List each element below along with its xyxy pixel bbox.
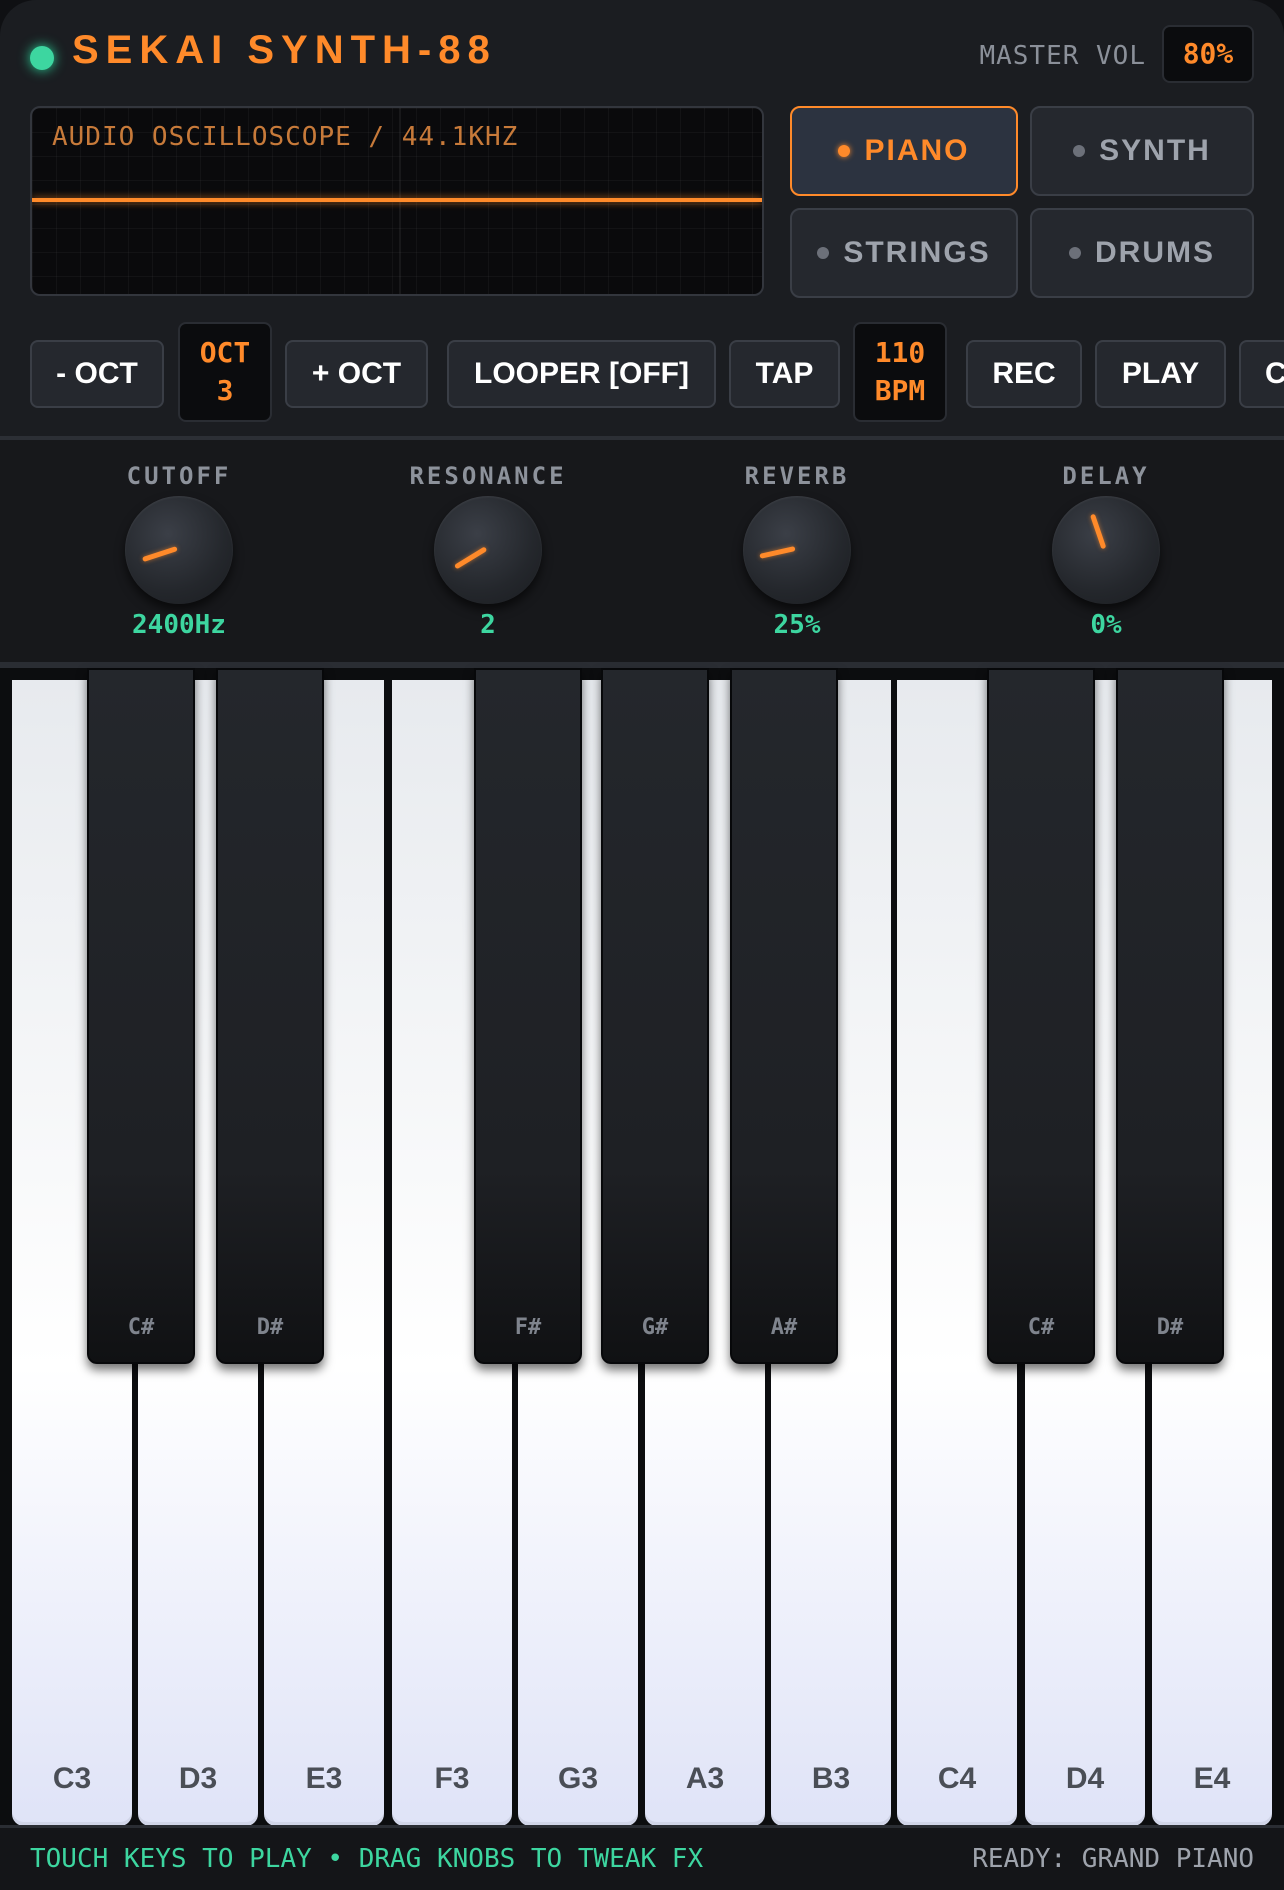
key-label: C4 <box>937 1762 977 1795</box>
key-label: D# <box>256 1315 284 1340</box>
knob-indicator <box>453 546 488 570</box>
record-button[interactable]: REC <box>966 340 1082 408</box>
key-label: C3 <box>52 1762 92 1795</box>
scope-waveform <box>32 198 762 202</box>
black-key[interactable]: F# <box>474 668 582 1364</box>
status-dot-icon <box>1069 247 1081 259</box>
instrument-label: DRUMS <box>1095 236 1215 269</box>
instrument-label: STRINGS <box>843 236 991 269</box>
black-key[interactable]: D# <box>1116 668 1224 1364</box>
octave-readout: OCT 3 <box>178 322 272 422</box>
knob-indicator <box>1089 513 1107 550</box>
knob-label: REVERB <box>744 462 850 490</box>
bpm-readout-unit: BPM <box>874 374 926 407</box>
instrument-button-drums[interactable]: DRUMS <box>1030 208 1254 298</box>
oscilloscope: AUDIO OSCILLOSCOPE / 44.1KHZ <box>30 106 764 296</box>
cutoff-knob[interactable] <box>125 496 233 604</box>
knob-indicator <box>759 546 796 559</box>
key-label: D4 <box>1065 1762 1105 1795</box>
power-led <box>30 46 54 70</box>
knob-label: CUTOFF <box>126 462 232 490</box>
status-dot-icon <box>817 247 830 259</box>
key-label: A# <box>770 1315 798 1340</box>
status-dot-icon <box>1073 145 1086 157</box>
master-vol-value[interactable]: 80% <box>1162 25 1254 83</box>
instrument-button-piano[interactable]: PIANO <box>790 106 1018 196</box>
knob-label: DELAY <box>1062 462 1150 490</box>
knob-value: 2 <box>480 610 496 640</box>
knob-value: 2400Hz <box>132 610 226 640</box>
key-label: C# <box>127 1315 155 1340</box>
resonance-knob[interactable] <box>434 496 542 604</box>
status-text: READY: GRAND PIANO <box>972 1844 1254 1874</box>
octave-readout-label: OCT <box>199 336 251 369</box>
black-key[interactable]: G# <box>601 668 709 1364</box>
clipped-button[interactable]: C <box>1239 340 1284 408</box>
header: SEKAI SYNTH-88 MASTER VOL 80% <box>0 0 1284 105</box>
knob-indicator <box>141 546 178 563</box>
play-button[interactable]: PLAY <box>1095 340 1226 408</box>
key-label: C# <box>1027 1315 1055 1340</box>
scope-label: AUDIO OSCILLOSCOPE / 44.1KHZ <box>52 122 519 152</box>
looper-button[interactable]: LOOPER [OFF] <box>447 340 716 408</box>
piano-keyboard: C3 D3 E3 F3 G3 A3 B3 C4 D4 E4 C# D# F# G… <box>0 668 1284 1826</box>
knob-value: 0% <box>1090 610 1122 640</box>
black-key[interactable]: D# <box>216 668 324 1364</box>
key-label: E3 <box>305 1762 343 1795</box>
octave-up-button[interactable]: + OCT <box>285 340 428 408</box>
reverb-knob[interactable] <box>743 496 851 604</box>
bpm-readout: 110 BPM <box>853 322 947 422</box>
octave-down-button[interactable]: - OCT <box>30 340 164 408</box>
master-vol-label: MASTER VOL <box>979 41 1146 71</box>
key-label: D# <box>1156 1315 1184 1340</box>
black-key[interactable]: C# <box>87 668 195 1364</box>
key-label: F3 <box>434 1762 470 1795</box>
instrument-label: PIANO <box>864 134 970 167</box>
key-label: B3 <box>811 1762 851 1795</box>
black-key[interactable]: A# <box>730 668 838 1364</box>
tap-tempo-button[interactable]: TAP <box>729 340 840 408</box>
app-title: SEKAI SYNTH-88 <box>72 28 497 72</box>
black-key[interactable]: C# <box>987 668 1095 1364</box>
instrument-label: SYNTH <box>1099 134 1211 167</box>
bpm-readout-value: 110 <box>874 336 926 369</box>
knob-label: RESONANCE <box>409 462 567 490</box>
key-label: G# <box>641 1315 669 1340</box>
status-bar: TOUCH KEYS TO PLAY • DRAG KNOBS TO TWEAK… <box>0 1825 1284 1890</box>
instrument-button-strings[interactable]: STRINGS <box>790 208 1018 298</box>
fx-panel: CUTOFF 2400Hz RESONANCE 2 REVERB 25% DEL… <box>0 440 1284 662</box>
key-label: E4 <box>1193 1762 1231 1795</box>
key-label: D3 <box>178 1762 218 1795</box>
status-dot-icon <box>838 145 851 157</box>
usage-hint: TOUCH KEYS TO PLAY • DRAG KNOBS TO TWEAK… <box>30 1844 704 1874</box>
knob-value: 25% <box>773 610 821 640</box>
synth-app: SEKAI SYNTH-88 MASTER VOL 80% AUDIO OSCI… <box>0 0 1284 1890</box>
key-label: A3 <box>685 1762 725 1795</box>
instrument-button-synth[interactable]: SYNTH <box>1030 106 1254 196</box>
octave-readout-value: 3 <box>216 374 234 407</box>
delay-knob[interactable] <box>1052 496 1160 604</box>
key-label: F# <box>514 1315 542 1340</box>
key-label: G3 <box>557 1762 599 1795</box>
